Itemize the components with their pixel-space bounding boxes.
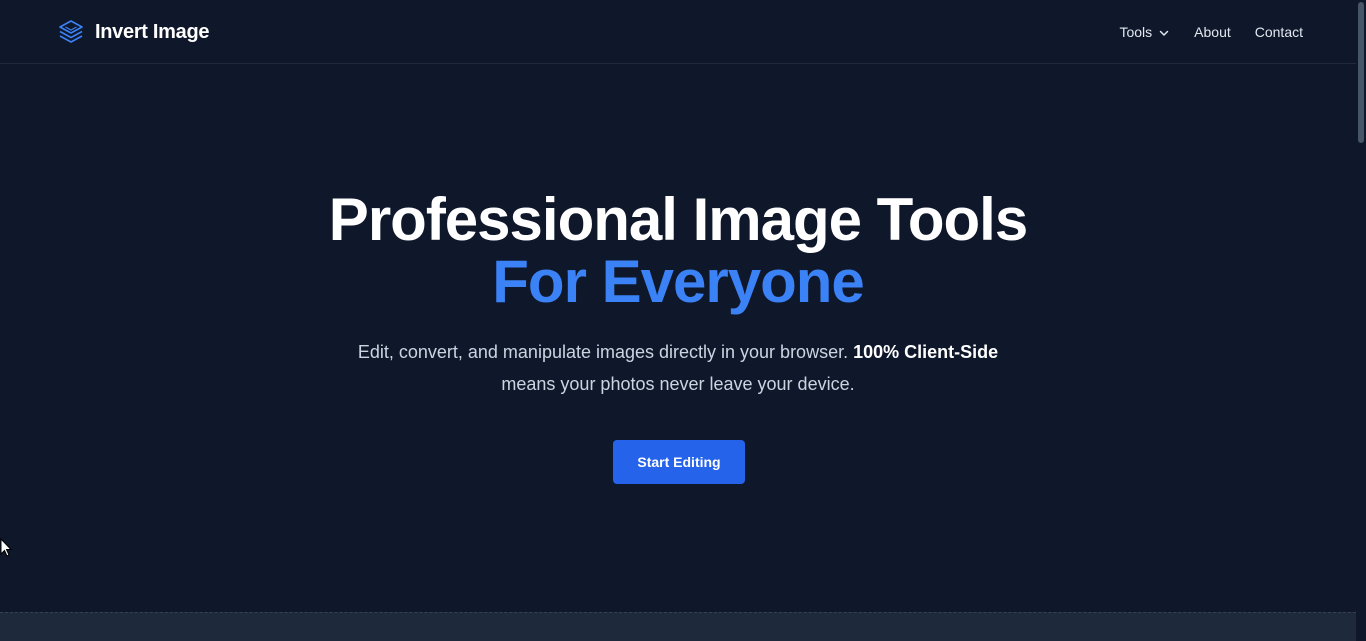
hero-section: Professional Image Tools For Everyone Ed… bbox=[0, 64, 1356, 612]
hero-desc-highlight: 100% Client-Side bbox=[853, 342, 999, 362]
hero-desc-part1: Edit, convert, and manipulate images dir… bbox=[357, 342, 849, 362]
layers-icon bbox=[57, 18, 85, 46]
brand-name: Invert Image bbox=[95, 20, 210, 43]
scrollbar[interactable] bbox=[1356, 0, 1366, 641]
hero-desc-part2: means your photos never leave your devic… bbox=[501, 374, 855, 394]
nav-contact-link[interactable]: Contact bbox=[1255, 24, 1303, 40]
mouse-cursor-icon bbox=[0, 538, 13, 557]
nav-tools-dropdown[interactable]: Tools bbox=[1119, 24, 1170, 40]
site-header: Invert Image Tools About Contact bbox=[0, 0, 1356, 64]
chevron-down-icon bbox=[1158, 26, 1170, 38]
brand-link[interactable]: Invert Image bbox=[57, 18, 210, 46]
scrollbar-thumb[interactable] bbox=[1358, 2, 1364, 143]
next-section bbox=[0, 612, 1356, 641]
nav-about-link[interactable]: About bbox=[1194, 24, 1231, 40]
hero-description: Edit, convert, and manipulate images dir… bbox=[328, 336, 1028, 400]
hero-title: Professional Image Tools For Everyone bbox=[0, 189, 1356, 313]
hero-title-line1: Professional Image Tools bbox=[328, 186, 1028, 253]
page: Invert Image Tools About Contact Profess… bbox=[0, 0, 1366, 641]
hero-title-accent: For Everyone bbox=[492, 248, 864, 315]
start-editing-button[interactable]: Start Editing bbox=[613, 440, 745, 484]
main-nav: Tools About Contact bbox=[1119, 0, 1303, 64]
nav-tools-label: Tools bbox=[1119, 24, 1153, 40]
